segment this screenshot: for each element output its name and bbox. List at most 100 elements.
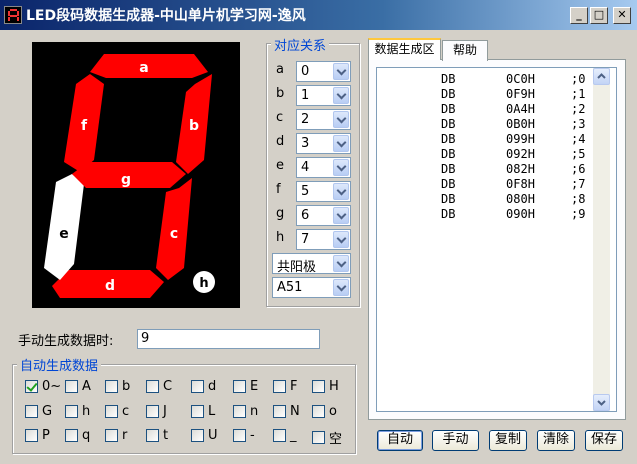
checkbox-icon[interactable] xyxy=(233,405,246,418)
checkbox-icon[interactable] xyxy=(105,380,118,393)
mapping-letter-e: e xyxy=(276,158,284,173)
manual-input[interactable]: 9 xyxy=(137,329,320,349)
auto-checkbox[interactable]: L xyxy=(191,404,215,419)
chevron-down-icon[interactable] xyxy=(333,87,349,104)
chevron-down-icon[interactable] xyxy=(333,63,349,80)
maximize-button[interactable]: □ xyxy=(590,7,608,24)
segment-g-label: g xyxy=(121,172,131,188)
checkbox-icon[interactable] xyxy=(273,380,286,393)
mapping-value-d: 3 xyxy=(301,136,310,151)
auto-checkbox[interactable]: P xyxy=(25,428,50,443)
checkbox-icon[interactable] xyxy=(191,405,204,418)
auto-checkbox[interactable]: U xyxy=(191,428,218,443)
polarity-select[interactable]: 共阳极 xyxy=(272,253,351,275)
minimize-button[interactable]: _ xyxy=(570,7,588,24)
auto-checkbox-label: F xyxy=(290,379,298,394)
vertical-scrollbar[interactable] xyxy=(593,68,610,411)
checkbox-icon[interactable] xyxy=(65,405,78,418)
copy-button[interactable]: 复制 xyxy=(489,430,527,451)
checkbox-icon[interactable] xyxy=(146,380,159,393)
mapping-select-e[interactable]: 4 xyxy=(296,157,351,178)
auto-checkbox[interactable]: E xyxy=(233,379,258,394)
output-line: DB 0C0H ;0 xyxy=(441,72,586,86)
auto-checkbox[interactable]: G xyxy=(25,404,52,419)
auto-checkbox[interactable]: t xyxy=(146,428,168,443)
mapping-value-a: 0 xyxy=(301,64,310,79)
chevron-down-icon[interactable] xyxy=(333,207,349,224)
checkbox-icon[interactable] xyxy=(191,429,204,442)
auto-checkbox[interactable]: 0~ xyxy=(25,379,61,394)
auto-checkbox[interactable]: o xyxy=(312,404,337,419)
checkbox-icon[interactable] xyxy=(25,429,38,442)
close-button[interactable]: ✕ xyxy=(613,7,631,24)
checkbox-icon[interactable] xyxy=(105,405,118,418)
chevron-down-icon[interactable] xyxy=(333,279,349,296)
auto-checkbox[interactable]: n xyxy=(233,404,258,419)
auto-checkbox[interactable]: 空 xyxy=(312,428,342,447)
mapping-select-b[interactable]: 1 xyxy=(296,85,351,106)
auto-checkbox[interactable]: A xyxy=(65,379,91,394)
auto-checkbox[interactable]: q xyxy=(65,428,90,443)
output-textarea[interactable]: DB 0C0H ;0 DB 0F9H ;1 DB 0A4H ;2 DB 0B0H ;3… xyxy=(376,67,617,412)
auto-checkbox[interactable]: H xyxy=(312,379,339,394)
app-icon xyxy=(4,6,22,24)
mapping-select-g[interactable]: 6 xyxy=(296,205,351,226)
checkbox-icon[interactable] xyxy=(312,405,325,418)
auto-checkbox[interactable]: r xyxy=(105,428,127,443)
auto-checkbox-label: C xyxy=(163,379,173,394)
chevron-down-icon[interactable] xyxy=(333,111,349,128)
mapping-select-h[interactable]: 7 xyxy=(296,229,351,250)
auto-button[interactable]: 自动 xyxy=(377,430,423,451)
checkbox-icon[interactable] xyxy=(65,380,78,393)
mapping-select-c[interactable]: 2 xyxy=(296,109,351,130)
chevron-down-icon[interactable] xyxy=(333,255,349,272)
scroll-up-button[interactable] xyxy=(593,68,610,85)
tab-data-generation[interactable]: 数据生成区 xyxy=(368,38,441,60)
checkbox-icon[interactable] xyxy=(146,405,159,418)
chevron-down-icon[interactable] xyxy=(333,183,349,200)
checkbox-icon[interactable] xyxy=(105,429,118,442)
checkbox-checked-icon[interactable] xyxy=(25,380,38,393)
auto-checkbox[interactable]: d xyxy=(191,379,216,394)
save-button[interactable]: 保存 xyxy=(585,430,623,451)
checkbox-icon[interactable] xyxy=(273,405,286,418)
checkbox-icon[interactable] xyxy=(273,429,286,442)
auto-checkbox[interactable]: F xyxy=(273,379,297,394)
seven-segment-display: a b c d e f g h xyxy=(32,42,240,308)
auto-checkbox[interactable]: J xyxy=(146,404,167,419)
clear-button[interactable]: 清除 xyxy=(537,430,575,451)
auto-checkbox[interactable]: _ xyxy=(273,428,297,443)
chevron-down-icon[interactable] xyxy=(333,135,349,152)
checkbox-icon[interactable] xyxy=(65,429,78,442)
scroll-down-button[interactable] xyxy=(593,394,610,411)
auto-group xyxy=(12,364,356,454)
segment-a[interactable] xyxy=(90,54,208,78)
chevron-down-icon[interactable] xyxy=(333,231,349,248)
format-select[interactable]: A51 xyxy=(272,277,351,298)
checkbox-icon[interactable] xyxy=(191,380,204,393)
manual-button[interactable]: 手动 xyxy=(432,430,479,451)
auto-checkbox[interactable]: c xyxy=(105,404,129,419)
auto-checkbox-label: b xyxy=(122,379,131,394)
checkbox-icon[interactable] xyxy=(233,429,246,442)
checkbox-icon[interactable] xyxy=(312,431,325,444)
checkbox-icon[interactable] xyxy=(146,429,159,442)
checkbox-icon[interactable] xyxy=(233,380,246,393)
checkbox-icon[interactable] xyxy=(25,405,38,418)
mapping-select-f[interactable]: 5 xyxy=(296,181,351,202)
auto-checkbox[interactable]: - xyxy=(233,428,255,443)
checkbox-icon[interactable] xyxy=(312,380,325,393)
auto-checkbox[interactable]: b xyxy=(105,379,130,394)
auto-checkbox[interactable]: N xyxy=(273,404,300,419)
mapping-select-d[interactable]: 3 xyxy=(296,133,351,154)
chevron-down-icon[interactable] xyxy=(333,159,349,176)
mapping-select-a[interactable]: 0 xyxy=(296,61,351,82)
auto-checkbox[interactable]: C xyxy=(146,379,172,394)
title-bar: LED段码数据生成器-中山单片机学习网-逸风 _ □ ✕ xyxy=(0,0,637,30)
auto-checkbox-label: J xyxy=(163,404,167,419)
mapping-value-f: 5 xyxy=(301,184,310,199)
mapping-letter-g: g xyxy=(276,206,285,221)
output-line: DB 080H ;8 xyxy=(441,192,586,206)
tab-help[interactable]: 帮助 xyxy=(442,40,488,61)
auto-checkbox[interactable]: h xyxy=(65,404,90,419)
